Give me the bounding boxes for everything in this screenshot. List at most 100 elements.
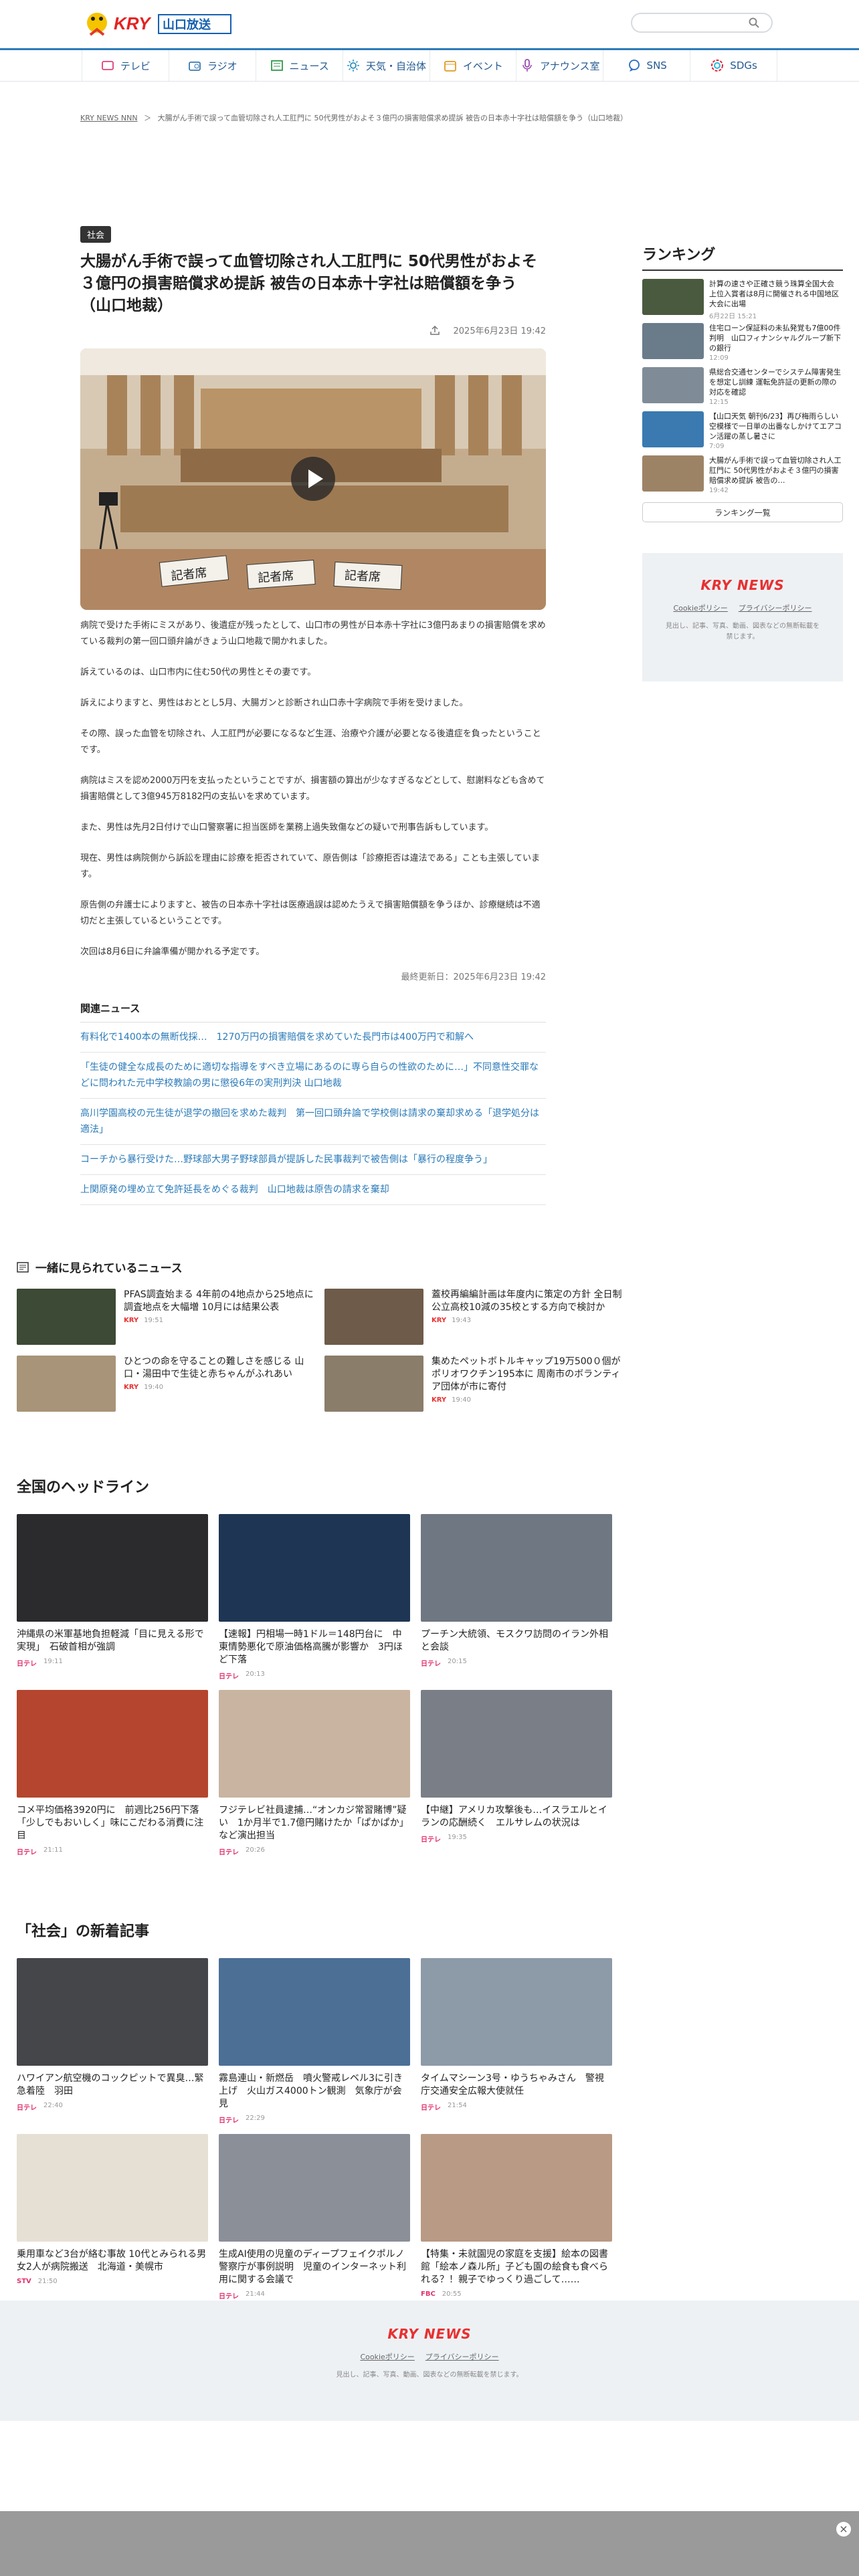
share-icon[interactable]	[430, 325, 440, 336]
headlines-thumbnail[interactable]	[17, 1690, 208, 1798]
close-icon[interactable]: ×	[836, 2522, 851, 2537]
nav-item-1[interactable]: ラジオ	[169, 50, 256, 81]
footer-privacy-link[interactable]: プライバシーポリシー	[425, 2351, 499, 2362]
source-badge: 日テレ	[219, 2117, 239, 2125]
also-watched-thumbnail[interactable]	[17, 1356, 116, 1412]
latest-card[interactable]: タイムマシーン3号・ゆうちゃみさん 警視庁交通安全広報大使就任 日テレ 21:54	[421, 1958, 612, 2125]
category-tag[interactable]: 社会	[80, 226, 112, 243]
latest-thumbnail[interactable]	[421, 1958, 612, 2066]
chat-icon	[627, 58, 642, 73]
headlines-card[interactable]: 【中継】アメリカ攻撃後も…イスラエルとイランの応酬続く エルサレムの状況は 日テレ…	[421, 1690, 612, 1856]
article-title: 大腸がん手術で誤って血管切除され人工肛門に 50代男性がおよそ３億円の損害賠償求…	[80, 253, 537, 314]
headlines-time: 21:11	[43, 1846, 63, 1854]
nav-item-label: SDGs	[730, 60, 757, 72]
ranking-item[interactable]: 大腸がん手術で誤って血管切除され人工肛門に 50代男性がおよそ３億円の損害賠償求…	[642, 455, 843, 494]
latest-thumbnail[interactable]	[219, 1958, 410, 2066]
latest-thumbnail[interactable]	[17, 2134, 208, 2242]
ranking-item[interactable]: 【山口天気 朝刊6/23】再び梅雨らしい空模様で一日単の出番なしかけてエアコン活…	[642, 411, 843, 450]
cookie-policy-link[interactable]: Cookieポリシー	[673, 603, 727, 613]
latest-title: ハワイアン航空機のコックピットで異臭…緊急着陸 羽田	[17, 2073, 204, 2097]
related-news-item[interactable]: コーチから暴行受けた…野球部大男子野球部員が提訴した民事裁判で被告側は「暴行の程…	[80, 1145, 546, 1175]
privacy-policy-link[interactable]: プライバシーポリシー	[739, 603, 812, 613]
latest-card[interactable]: 乗用車など3台が絡む事故 10代とみられる男女2人が病院搬送 北海道・美幌市 ST…	[17, 2134, 208, 2300]
also-watched-time: 19:43	[452, 1317, 471, 1324]
nav-item-7[interactable]: SDGs	[690, 50, 777, 81]
latest-title: 乗用車など3台が絡む事故 10代とみられる男女2人が病院搬送 北海道・美幌市	[17, 2249, 207, 2272]
headlines-card[interactable]: プーチン大統領、モスクワ訪問のイラン外相と会談 日テレ 20:15	[421, 1514, 612, 1681]
footer-cookie-link[interactable]: Cookieポリシー	[360, 2351, 414, 2362]
latest-title: タイムマシーン3号・ゆうちゃみさん 警視庁交通安全広報大使就任	[421, 2073, 604, 2097]
also-watched-thumbnail[interactable]	[324, 1356, 423, 1412]
headlines-card[interactable]: コメ平均価格3920円に 前週比256円下落「少しでもおいしく」味にこだわる消費…	[17, 1690, 208, 1856]
latest-thumbnail[interactable]	[219, 2134, 410, 2242]
ranking-thumbnail[interactable]	[642, 367, 704, 403]
ranking-time: 7:09	[709, 443, 725, 450]
nav-item-6[interactable]: SNS	[603, 50, 691, 81]
latest-card[interactable]: 生成AI使用の児童のディープフェイクポルノ 警察庁が事例説明 児童のインターネッ…	[219, 2134, 414, 2300]
latest-thumbnail[interactable]	[17, 1958, 208, 2066]
video-player[interactable]: 記者席 記者席 記者席	[80, 348, 546, 610]
article-date: 2025年6月23日 19:42	[453, 326, 547, 336]
article-paragraph: 病院はミスを認め2000万円を支払ったということですが、損害額の算出が少なすぎる…	[80, 776, 545, 802]
nav-item-label: ラジオ	[207, 60, 237, 72]
related-news-item[interactable]: 「生徒の健全な成長のために適切な指導をすべき立場にあるのに専ら自らの性欲のために…	[80, 1053, 546, 1099]
latest-card[interactable]: 【特集・未就園児の家庭を支援】絵本の図書館「絵本ノ森ル所」子ども園の絵食も食べら…	[421, 2134, 612, 2300]
also-watched-time: 19:51	[144, 1317, 163, 1324]
also-watched-text: PFAS調査始まる 4年前の4地点から25地点に調査地点を大幅増 10月には結果…	[124, 1289, 318, 1345]
ranking-item[interactable]: 計算の速さや正確さ競う珠算全国大会 上位入賞者は8月に開催される中国地区大会に出…	[642, 279, 843, 320]
latest-title: 生成AI使用の児童のディープフェイクポルノ 警察庁が事例説明 児童のインターネッ…	[219, 2249, 414, 2285]
footer-kry-news-logo[interactable]: KRY NEWS	[387, 2326, 471, 2342]
calendar-icon	[443, 58, 458, 73]
latest-time: 22:40	[43, 2102, 63, 2109]
headlines-time: 20:26	[246, 1846, 265, 1854]
also-watched-thumbnail[interactable]	[17, 1289, 116, 1345]
ranking-thumbnail[interactable]	[642, 279, 704, 315]
headlines-card[interactable]: 沖縄県の米軍基地負担軽減「目に見える形で実現」 石破首相が強調 日テレ 19:11	[17, 1514, 208, 1681]
also-watched-card[interactable]: ひとつの命を守ることの難しさを感じる 山口・湯田中で生徒と赤ちゃんがふれあい KR…	[17, 1356, 318, 1412]
article-body: 病院で受けた手術にミスがあり、後遺症が残ったとして、山口市の男性が日本赤十字社に…	[80, 618, 546, 960]
headlines-thumbnail[interactable]	[421, 1514, 612, 1622]
site-footer: KRY NEWS Cookieポリシー プライバシーポリシー 見出し、記事、写真…	[0, 2300, 859, 2421]
headlines-thumbnail[interactable]	[219, 1514, 410, 1622]
headlines-thumbnail[interactable]	[17, 1514, 208, 1622]
headlines-thumbnail[interactable]	[421, 1690, 612, 1798]
ranking-thumbnail[interactable]	[642, 455, 704, 492]
headlines-card[interactable]: 【速報】円相場一時1ドル＝148円台に 中東情勢悪化で原油価格高騰が影響か 3円…	[219, 1514, 410, 1681]
ranking-item[interactable]: 住宅ローン保証料の未払発覚も7億00件判明 山口フィナンシャルグループ新下の銀行…	[642, 323, 843, 362]
ranking-text: 大腸がん手術で誤って血管切除され人工肛門に 50代男性がおよそ３億円の損害賠償求…	[709, 455, 843, 494]
nav-item-3[interactable]: 天気・自治体	[343, 50, 430, 81]
ranking-text: 【山口天気 朝刊6/23】再び梅雨らしい空模様で一日単の出番なしかけてエアコン活…	[709, 411, 843, 450]
headlines-card[interactable]: フジテレビ社員逮捕…“オンカジ常習賭博”疑い 1か月半で1.7億円賭けたか「ぱか…	[219, 1690, 410, 1856]
related-news-item[interactable]: 上関原発の埋め立て免許延長をめぐる裁判 山口地裁は原告の請求を棄却	[80, 1175, 546, 1205]
latest-card[interactable]: ハワイアン航空機のコックピットで異臭…緊急着陸 羽田 日テレ 22:40	[17, 1958, 208, 2125]
breadcrumb-home[interactable]: KRY NEWS NNN	[80, 114, 138, 122]
also-watched-title: 集めたペットボトルキャップ19万500０個がポリオワクチン195本に 周南市のボ…	[432, 1356, 621, 1392]
ranking-more-button[interactable]: ランキング一覧	[642, 502, 843, 522]
also-watched-card[interactable]: 集めたペットボトルキャップ19万500０個がポリオワクチン195本に 周南市のボ…	[324, 1356, 626, 1412]
svg-text:KRY: KRY	[114, 13, 152, 33]
search-box[interactable]	[631, 13, 773, 33]
headlines-thumbnail[interactable]	[219, 1690, 410, 1798]
search-icon[interactable]	[749, 17, 759, 28]
related-news-item[interactable]: 高川学園高校の元生徒が退学の撤回を求めた裁判 第一回口頭弁論で学校側は請求の棄却…	[80, 1099, 546, 1145]
ranking-item[interactable]: 県総合交通センターでシステム障害発生を想定し訓練 運転免許証の更新の際の対応を確…	[642, 367, 843, 406]
nav-item-0[interactable]: テレビ	[82, 50, 169, 81]
latest-card[interactable]: 霧島連山・新燃岳 噴火警戒レベル3に引き上げ 火山ガス4000トン観測 気象庁が…	[219, 1958, 410, 2125]
kry-news-logo[interactable]: KRY NEWS	[700, 577, 784, 593]
kry-logo[interactable]: KRY 山口放送	[84, 5, 234, 44]
related-news-item[interactable]: 有料化で1400本の無断伐採… 1270万円の損害賠償を求めていた長門市は400…	[80, 1023, 546, 1053]
ranking-thumbnail[interactable]	[642, 411, 704, 447]
nav-item-5[interactable]: アナウンス室	[516, 50, 604, 81]
also-watched-thumbnail[interactable]	[324, 1289, 423, 1345]
play-button[interactable]	[291, 457, 335, 501]
nav-item-2[interactable]: ニュース	[256, 50, 343, 81]
also-watched-source: KRY 19:40	[432, 1396, 626, 1404]
also-watched-card[interactable]: PFAS調査始まる 4年前の4地点から25地点に調査地点を大幅増 10月には結果…	[17, 1289, 318, 1345]
nav-item-4[interactable]: イベント	[430, 50, 517, 81]
bottom-ad-banner[interactable]: ×	[0, 2511, 859, 2576]
ranking-thumbnail[interactable]	[642, 323, 704, 359]
also-watched-source: KRY 19:51	[124, 1317, 318, 1324]
latest-thumbnail[interactable]	[421, 2134, 612, 2242]
also-watched-card[interactable]: 蓋校再編編計画は年度内に策定の方針 全日制公立高校10減の35校とする方向で検討…	[324, 1289, 626, 1345]
article-paragraph: その際、誤った血管を切除され、人工肛門が必要になるなど生涯、治療や介護が必要とな…	[80, 729, 541, 755]
